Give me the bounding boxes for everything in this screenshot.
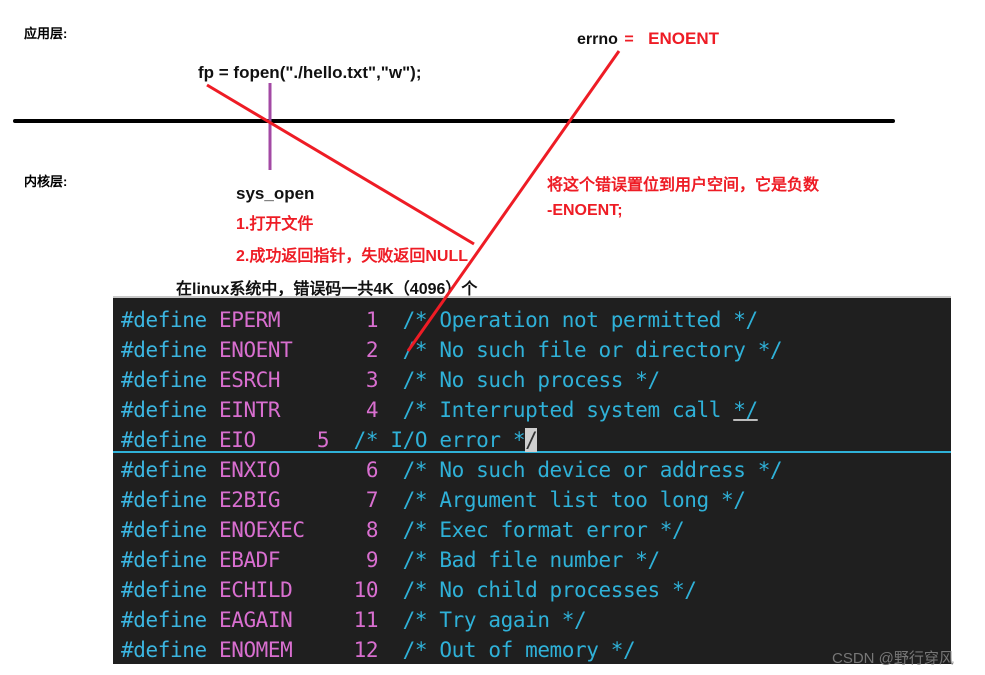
errno-number: 11 [353,608,379,632]
text-cursor: / [525,428,538,452]
app-layer-label: 应用层: [24,26,68,41]
define-keyword: #define [121,428,219,452]
code-line-enomem: #define ENOMEM 12 /* Out of memory */ [121,635,636,665]
code-line-ebadf: #define EBADF 9 /* Bad file number */ [121,545,660,575]
errno-comment: /* No such process */ [402,368,661,392]
set-error-note: 将这个错误置位到用户空间，它是负数 [547,177,820,194]
errno-comment: /* No such file or directory */ [402,338,783,362]
errno-comment: /* Argument list too long */ [402,488,746,512]
errno-comment: /* Exec format error */ [402,518,685,542]
code-line-enxio: #define ENXIO 6 /* No such device or add… [121,455,783,485]
step-2-text: 2.成功返回指针，失败返回NULL [236,248,469,265]
errno-number: 1 [353,308,379,332]
matched-comment-close: */ [733,398,758,422]
code-line-enoent: #define ENOENT 2 /* No such file or dire… [121,335,783,365]
code-line-eintr: #define EINTR 4 /* Interrupted system ca… [121,395,758,425]
kernel-layer-label: 内核层: [24,174,68,189]
errno-equals: = [624,31,634,48]
macro-name: EPERM [218,308,354,332]
define-keyword: #define [121,458,219,482]
errno-comment: /* I/O error * [353,428,526,452]
macro-name: ENOENT [218,338,354,362]
step-1-text: 1.打开文件 [236,216,314,233]
errno-comment: /* Out of memory */ [402,638,636,662]
define-keyword: #define [121,368,219,392]
errno-number: 3 [353,368,379,392]
errno-number: 7 [353,488,379,512]
define-keyword: #define [121,608,219,632]
errno-number: 4 [353,398,379,422]
code-line-eio: #define EIO 5 /* I/O error */ [121,425,538,455]
errno-number: 2 [353,338,379,362]
code-line-eperm: #define EPERM 1 /* Operation not permitt… [121,305,758,335]
errno-code-panel: #define EPERM 1 /* Operation not permitt… [113,296,951,664]
errno-word: errno [577,31,618,48]
errno-comment: /* No such device or address */ [402,458,783,482]
define-keyword: #define [121,548,219,572]
macro-name: EIO [218,428,305,452]
macro-name: ENOMEM [218,638,354,662]
errno-number: 8 [353,518,379,542]
define-keyword: #define [121,308,219,332]
errno-assignment: errno = ENOENT [577,29,719,49]
errno-number: 12 [353,638,379,662]
neg-enoent-text: -ENOENT; [547,202,623,219]
macro-name: ENOEXEC [218,518,354,542]
fopen-call-text: fp = fopen("./hello.txt","w"); [198,63,422,82]
code-line-eagain: #define EAGAIN 11 /* Try again */ [121,605,587,635]
define-keyword: #define [121,398,219,422]
macro-name: E2BIG [218,488,354,512]
errno-number: 10 [353,578,379,602]
code-line-e2big: #define E2BIG 7 /* Argument list too lon… [121,485,746,515]
watermark: CSDN @野行穿风 [832,650,954,667]
sys-open-label: sys_open [236,184,315,203]
macro-name: ECHILD [218,578,354,602]
errno-comment: /* No child processes */ [402,578,697,602]
define-keyword: #define [121,518,219,542]
errno-comment: /* Bad file number */ [402,548,661,572]
errno-number: 6 [353,458,379,482]
macro-name: ENXIO [218,458,354,482]
errno-value: ENOENT [648,29,719,48]
macro-name: EBADF [218,548,354,572]
errno-comment: /* Try again */ [402,608,587,632]
errno-comment: /* Interrupted system call [402,398,734,422]
errno-number: 5 [304,428,330,452]
code-line-enoexec: #define ENOEXEC 8 /* Exec format error *… [121,515,685,545]
code-line-esrch: #define ESRCH 3 /* No such process */ [121,365,660,395]
errno-number: 9 [353,548,379,572]
macro-name: EINTR [218,398,354,422]
define-keyword: #define [121,578,219,602]
errno-comment: /* Operation not permitted */ [402,308,758,332]
macro-name: ESRCH [218,368,354,392]
define-keyword: #define [121,638,219,662]
define-keyword: #define [121,488,219,512]
code-line-echild: #define ECHILD 10 /* No child processes … [121,575,697,605]
macro-name: EAGAIN [218,608,354,632]
define-keyword: #define [121,338,219,362]
